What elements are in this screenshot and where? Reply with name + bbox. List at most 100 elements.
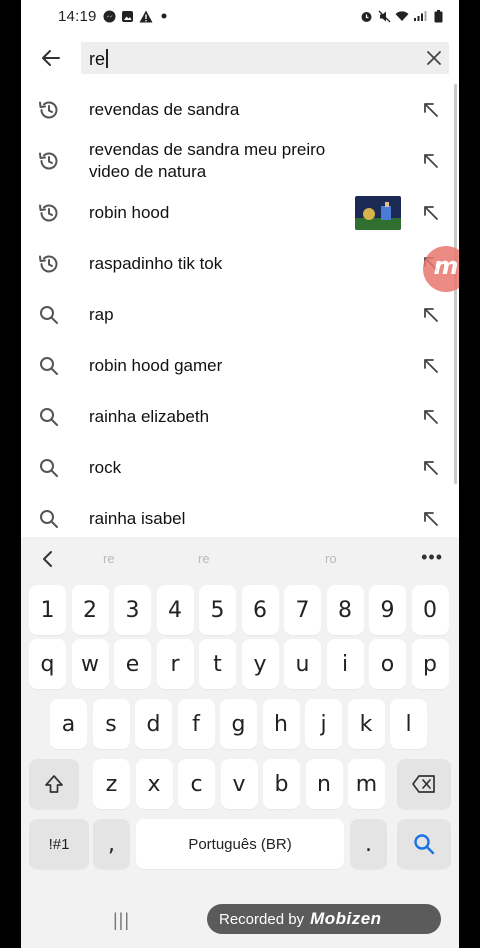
history-icon	[37, 201, 61, 225]
on-screen-keyboard: re re ro ••• 1234567890 qwertyuiop asdfghj…	[21, 537, 459, 948]
comma-key[interactable]: ,	[93, 819, 130, 869]
suggestion-text: revendas de sandra meu preiro video de n…	[89, 140, 326, 181]
key-v[interactable]: v	[220, 759, 258, 809]
key-5[interactable]: 5	[199, 585, 236, 635]
keyboard-suggestion-word[interactable]: re	[103, 551, 115, 566]
suggestion-text: rock	[89, 457, 122, 477]
search-icon	[37, 405, 61, 429]
key-7[interactable]: 7	[284, 585, 321, 635]
suggestion-item[interactable]: robin hood	[21, 187, 459, 238]
status-time: 14:19	[58, 7, 97, 25]
battery-icon	[431, 9, 445, 23]
key-j[interactable]: j	[305, 699, 342, 749]
key-f[interactable]: f	[177, 699, 215, 749]
fill-query-arrow-icon[interactable]	[421, 100, 441, 120]
key-r[interactable]: r	[156, 639, 194, 689]
suggestion-text: rap	[89, 304, 114, 324]
suggestion-text: rainha isabel	[89, 508, 186, 528]
fill-query-arrow-icon[interactable]	[421, 305, 441, 325]
key-b[interactable]: b	[263, 759, 300, 809]
keyboard-suggestion-word[interactable]: re	[198, 551, 210, 566]
key-x[interactable]: x	[135, 759, 173, 809]
clear-search-icon[interactable]	[423, 47, 445, 69]
key-t[interactable]: t	[199, 639, 236, 689]
key-2[interactable]: 2	[71, 585, 109, 635]
key-m[interactable]: m	[348, 759, 385, 809]
suggestion-item[interactable]: revendas de sandra	[21, 84, 459, 135]
key-w[interactable]: w	[71, 639, 109, 689]
key-l[interactable]: l	[390, 699, 427, 749]
wifi-icon	[395, 9, 409, 23]
search-icon	[37, 303, 61, 327]
fill-query-arrow-icon[interactable]	[421, 151, 441, 171]
fill-query-arrow-icon[interactable]	[421, 509, 441, 529]
key-h[interactable]: h	[262, 699, 300, 749]
key-z[interactable]: z	[93, 759, 130, 809]
search-row: re	[21, 40, 459, 76]
navigation-bar: ||| Recorded by Mobizen	[21, 892, 459, 948]
alarm-icon	[359, 9, 373, 23]
suggestion-item[interactable]: rock	[21, 442, 459, 493]
key-9[interactable]: 9	[369, 585, 406, 635]
key-n[interactable]: n	[305, 759, 343, 809]
phone-screen: 14:19 re revendas de sandra revendas de …	[21, 0, 459, 948]
key-d[interactable]: d	[135, 699, 172, 749]
suggestion-item[interactable]: revendas de sandra meu preiro video de n…	[21, 135, 459, 187]
key-c[interactable]: c	[178, 759, 215, 809]
symbols-key[interactable]: !#1	[29, 819, 89, 869]
back-arrow-icon[interactable]	[39, 46, 63, 70]
fill-query-arrow-icon[interactable]	[421, 407, 441, 427]
search-key[interactable]	[397, 819, 451, 869]
video-thumbnail	[355, 195, 401, 230]
suggestion-text: raspadinho tik tok	[89, 253, 223, 273]
key-q[interactable]: q	[29, 639, 66, 689]
suggestion-text: robin hood	[89, 202, 170, 222]
search-input[interactable]: re	[81, 42, 449, 74]
key-6[interactable]: 6	[241, 585, 279, 635]
keyboard-suggestion-word[interactable]: ro	[325, 551, 337, 566]
shift-key[interactable]	[29, 759, 79, 809]
key-0[interactable]: 0	[411, 585, 449, 635]
suggestion-item[interactable]: raspadinho tik tok	[21, 238, 459, 289]
search-icon	[37, 354, 61, 378]
text-caret	[106, 49, 108, 68]
key-g[interactable]: g	[220, 699, 257, 749]
key-s[interactable]: s	[92, 699, 130, 749]
fill-query-arrow-icon[interactable]	[421, 458, 441, 478]
search-icon	[37, 456, 61, 480]
recorded-by-label: Recorded by	[219, 910, 305, 928]
key-k[interactable]: k	[347, 699, 385, 749]
key-p[interactable]: p	[411, 639, 449, 689]
fill-query-arrow-icon[interactable]	[421, 356, 441, 376]
key-8[interactable]: 8	[326, 585, 364, 635]
history-icon	[37, 98, 61, 122]
recent-apps-icon[interactable]: |||	[113, 910, 130, 931]
suggestion-item[interactable]: rainha elizabeth	[21, 391, 459, 442]
space-key[interactable]: Português (BR)	[136, 819, 344, 869]
keyboard-suggestion-bar: re re ro •••	[21, 537, 459, 581]
backspace-key[interactable]	[397, 759, 451, 809]
key-u[interactable]: u	[284, 639, 321, 689]
suggestion-text: robin hood gamer	[89, 355, 223, 375]
history-icon	[37, 252, 61, 276]
mute-icon	[377, 9, 391, 23]
key-1[interactable]: 1	[29, 585, 66, 635]
mobizen-bubble-letter: m	[433, 252, 459, 280]
suggestion-item[interactable]: robin hood gamer	[21, 340, 459, 391]
chevron-left-icon[interactable]	[37, 548, 59, 570]
suggestion-text: revendas de sandra	[89, 99, 240, 119]
key-4[interactable]: 4	[156, 585, 194, 635]
fill-query-arrow-icon[interactable]	[421, 203, 441, 223]
key-i[interactable]: i	[326, 639, 364, 689]
key-3[interactable]: 3	[114, 585, 151, 635]
suggestion-item[interactable]: rap	[21, 289, 459, 340]
key-o[interactable]: o	[369, 639, 406, 689]
signal-icon	[413, 9, 427, 23]
key-e[interactable]: e	[114, 639, 151, 689]
key-y[interactable]: y	[241, 639, 279, 689]
period-key[interactable]: .	[350, 819, 387, 869]
search-query: re	[89, 49, 106, 69]
more-options-icon[interactable]: •••	[421, 547, 443, 568]
key-a[interactable]: a	[50, 699, 87, 749]
messenger-icon	[103, 9, 117, 23]
